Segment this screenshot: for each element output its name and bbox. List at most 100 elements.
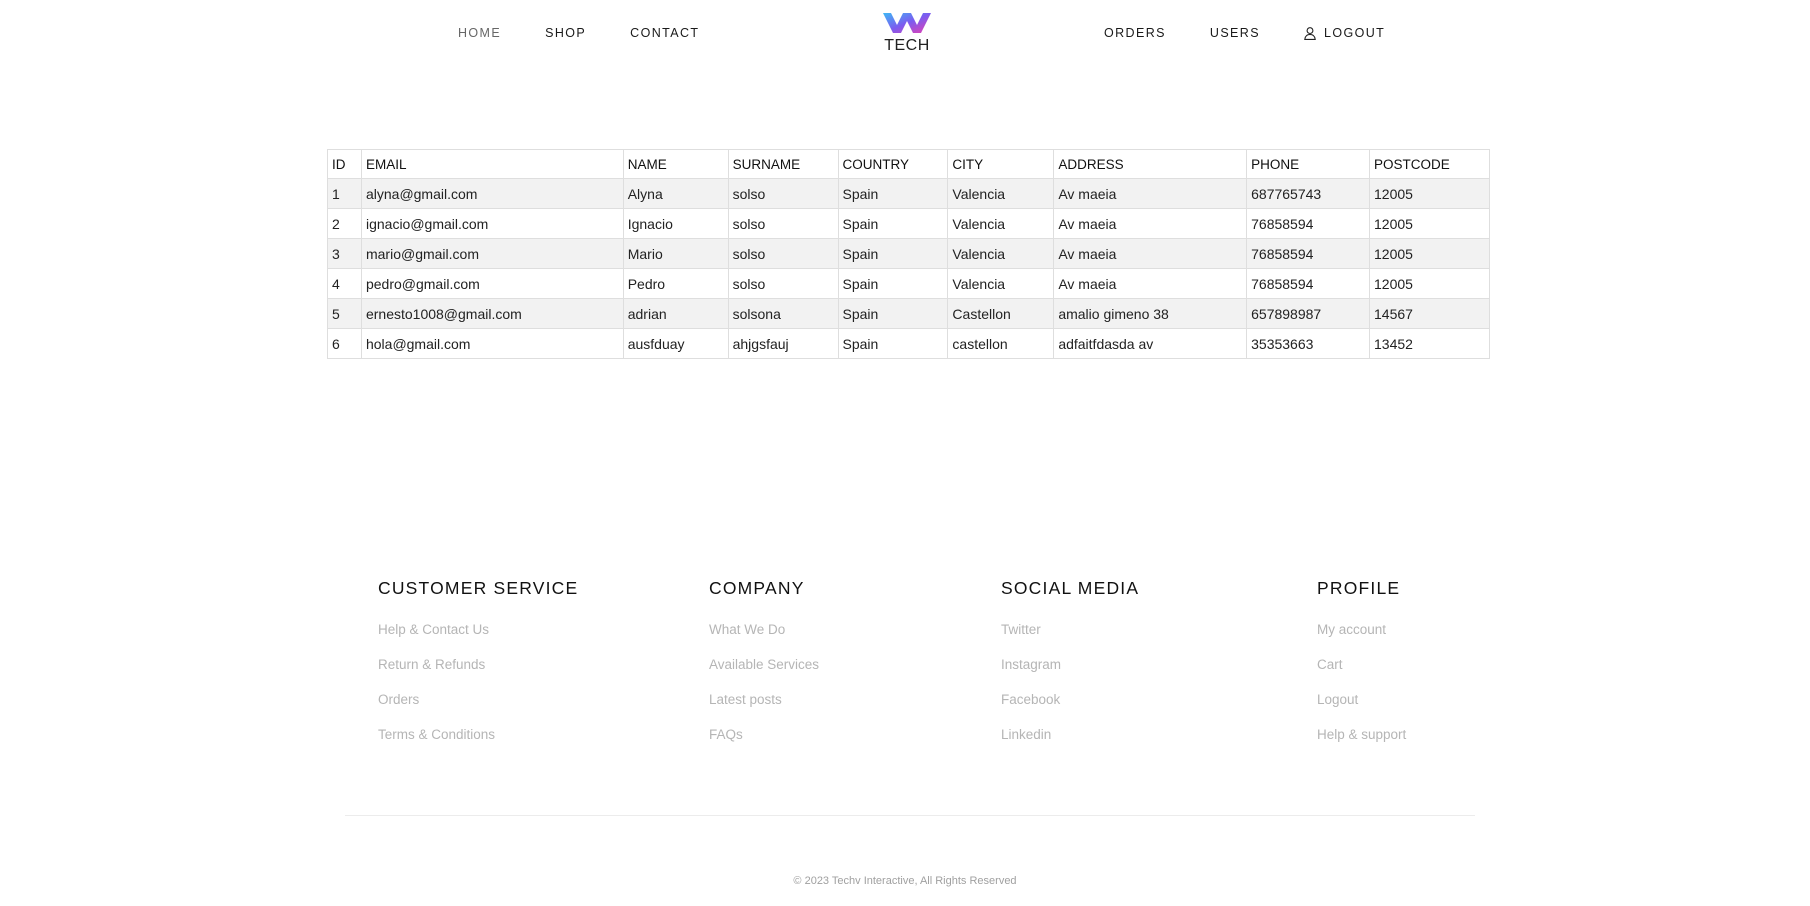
nav-users-link[interactable]: USERS bbox=[1210, 26, 1260, 40]
column-header-name: NAME bbox=[622, 149, 729, 179]
table-cell: Spain bbox=[837, 298, 949, 329]
table-cell: 12005 bbox=[1369, 268, 1490, 299]
table-cell: Av maeia bbox=[1053, 178, 1248, 209]
table-cell: 6 bbox=[327, 328, 362, 359]
table-row: 2 ignacio@gmail.com Ignacio solso Spain … bbox=[327, 208, 1490, 239]
footer-link-available-services[interactable]: Available Services bbox=[709, 657, 819, 672]
table-body: 1 alyna@gmail.com Alyna solso Spain Vale… bbox=[327, 178, 1490, 359]
w-logo-icon bbox=[883, 13, 931, 33]
table-cell: 4 bbox=[327, 268, 362, 299]
table-cell: 12005 bbox=[1369, 238, 1490, 269]
footer-link-orders[interactable]: Orders bbox=[378, 692, 419, 707]
table-header-row: ID EMAIL NAME SURNAME COUNTRY CITY ADDRE… bbox=[327, 149, 1490, 179]
table-cell: alyna@gmail.com bbox=[360, 178, 624, 209]
table-cell: 76858594 bbox=[1246, 268, 1371, 299]
site-header: HOME SHOP CONTACT TECH ORDERS USERS LOGO… bbox=[0, 0, 1810, 70]
table-row: 4 pedro@gmail.com Pedro solso Spain Vale… bbox=[327, 268, 1490, 299]
table-row: 6 hola@gmail.com ausfduay ahjgsfauj Spai… bbox=[327, 328, 1490, 359]
table-cell: 35353663 bbox=[1246, 328, 1371, 359]
table-cell: 1 bbox=[327, 178, 362, 209]
table-cell: Av maeia bbox=[1053, 268, 1248, 299]
footer-link-faqs[interactable]: FAQs bbox=[709, 727, 743, 742]
footer-link-terms[interactable]: Terms & Conditions bbox=[378, 727, 495, 742]
table-cell: solsona bbox=[727, 298, 839, 329]
footer-link-facebook[interactable]: Facebook bbox=[1001, 692, 1060, 707]
table-cell: Spain bbox=[837, 178, 949, 209]
table-header: ID EMAIL NAME SURNAME COUNTRY CITY ADDRE… bbox=[327, 149, 1490, 179]
table-cell: 12005 bbox=[1369, 178, 1490, 209]
footer-column-title: PROFILE bbox=[1317, 578, 1401, 598]
footer-link-list: My account Cart Logout Help & support bbox=[1317, 621, 1406, 743]
table-row: 1 alyna@gmail.com Alyna solso Spain Vale… bbox=[327, 178, 1490, 209]
table-cell: Spain bbox=[837, 208, 949, 239]
column-header-email: EMAIL bbox=[360, 149, 624, 179]
logo-text: TECH bbox=[884, 37, 930, 54]
footer-link-instagram[interactable]: Instagram bbox=[1001, 657, 1061, 672]
footer-column-company: COMPANY What We Do Available Services La… bbox=[709, 578, 819, 761]
table-cell: Pedro bbox=[622, 268, 729, 299]
account-nav: ORDERS USERS LOGOUT bbox=[1104, 26, 1385, 40]
footer-link-what-we-do[interactable]: What We Do bbox=[709, 622, 785, 637]
table-cell: 12005 bbox=[1369, 208, 1490, 239]
table-row: 5 ernesto1008@gmail.com adrian solsona S… bbox=[327, 298, 1490, 329]
table-cell: ausfduay bbox=[622, 328, 729, 359]
footer-link-return-refunds[interactable]: Return & Refunds bbox=[378, 657, 485, 672]
nav-home-link[interactable]: HOME bbox=[458, 26, 501, 40]
column-header-id: ID bbox=[327, 149, 362, 179]
table-cell: Alyna bbox=[622, 178, 729, 209]
table-cell: pedro@gmail.com bbox=[360, 268, 624, 299]
table-cell: 5 bbox=[327, 298, 362, 329]
user-icon bbox=[1304, 26, 1316, 40]
nav-shop-link[interactable]: SHOP bbox=[545, 26, 586, 40]
footer-column-profile: PROFILE My account Cart Logout Help & su… bbox=[1317, 578, 1406, 761]
table-cell: Ignacio bbox=[622, 208, 729, 239]
table-cell: Valencia bbox=[947, 238, 1055, 269]
table-cell: solso bbox=[727, 208, 839, 239]
footer-link-linkedin[interactable]: Linkedin bbox=[1001, 727, 1051, 742]
table-cell: Av maeia bbox=[1053, 238, 1248, 269]
table-cell: 657898987 bbox=[1246, 298, 1371, 329]
table-cell: hola@gmail.com bbox=[360, 328, 624, 359]
footer-link-list: Twitter Instagram Facebook Linkedin bbox=[1001, 621, 1139, 743]
footer-link-logout[interactable]: Logout bbox=[1317, 692, 1358, 707]
copyright-text: © 2023 Techv Interactive, All Rights Res… bbox=[793, 875, 1017, 887]
footer-link-list: Help & Contact Us Return & Refunds Order… bbox=[378, 621, 578, 743]
table-cell: 76858594 bbox=[1246, 238, 1371, 269]
footer-link-cart[interactable]: Cart bbox=[1317, 657, 1343, 672]
table-cell: ernesto1008@gmail.com bbox=[360, 298, 624, 329]
table-cell: amalio gimeno 38 bbox=[1053, 298, 1248, 329]
footer-link-list: What We Do Available Services Latest pos… bbox=[709, 621, 819, 743]
column-header-surname: SURNAME bbox=[727, 149, 839, 179]
footer-link-help-contact[interactable]: Help & Contact Us bbox=[378, 622, 489, 637]
table-cell: 76858594 bbox=[1246, 208, 1371, 239]
table-cell: 14567 bbox=[1369, 298, 1490, 329]
footer-link-latest-posts[interactable]: Latest posts bbox=[709, 692, 782, 707]
table-cell: solso bbox=[727, 178, 839, 209]
footer-link-twitter[interactable]: Twitter bbox=[1001, 622, 1041, 637]
table-cell: solso bbox=[727, 238, 839, 269]
footer-divider bbox=[345, 815, 1475, 816]
table-cell: castellon bbox=[947, 328, 1055, 359]
table-cell: Spain bbox=[837, 238, 949, 269]
logout-label: LOGOUT bbox=[1323, 26, 1386, 40]
footer-column-customer-service: CUSTOMER SERVICE Help & Contact Us Retur… bbox=[378, 578, 578, 761]
table-cell: mario@gmail.com bbox=[360, 238, 624, 269]
table-cell: 3 bbox=[327, 238, 362, 269]
footer-column-title: SOCIAL MEDIA bbox=[1001, 578, 1140, 598]
footer-column-title: CUSTOMER SERVICE bbox=[378, 578, 579, 598]
nav-orders-link[interactable]: ORDERS bbox=[1104, 26, 1166, 40]
site-logo[interactable]: TECH bbox=[880, 10, 934, 58]
table-cell: Spain bbox=[837, 328, 949, 359]
logout-link[interactable]: LOGOUT bbox=[1304, 26, 1385, 40]
table-cell: 2 bbox=[327, 208, 362, 239]
nav-contact-link[interactable]: CONTACT bbox=[630, 26, 699, 40]
table-cell: Valencia bbox=[947, 268, 1055, 299]
table-cell: adrian bbox=[622, 298, 729, 329]
footer-link-my-account[interactable]: My account bbox=[1317, 622, 1386, 637]
table-cell: ahjgsfauj bbox=[727, 328, 839, 359]
column-header-postcode: POSTCODE bbox=[1369, 149, 1490, 179]
footer-column-title: COMPANY bbox=[709, 578, 805, 598]
footer-link-help-support[interactable]: Help & support bbox=[1317, 727, 1406, 742]
users-table: ID EMAIL NAME SURNAME COUNTRY CITY ADDRE… bbox=[327, 149, 1490, 359]
table-cell: 687765743 bbox=[1246, 178, 1371, 209]
